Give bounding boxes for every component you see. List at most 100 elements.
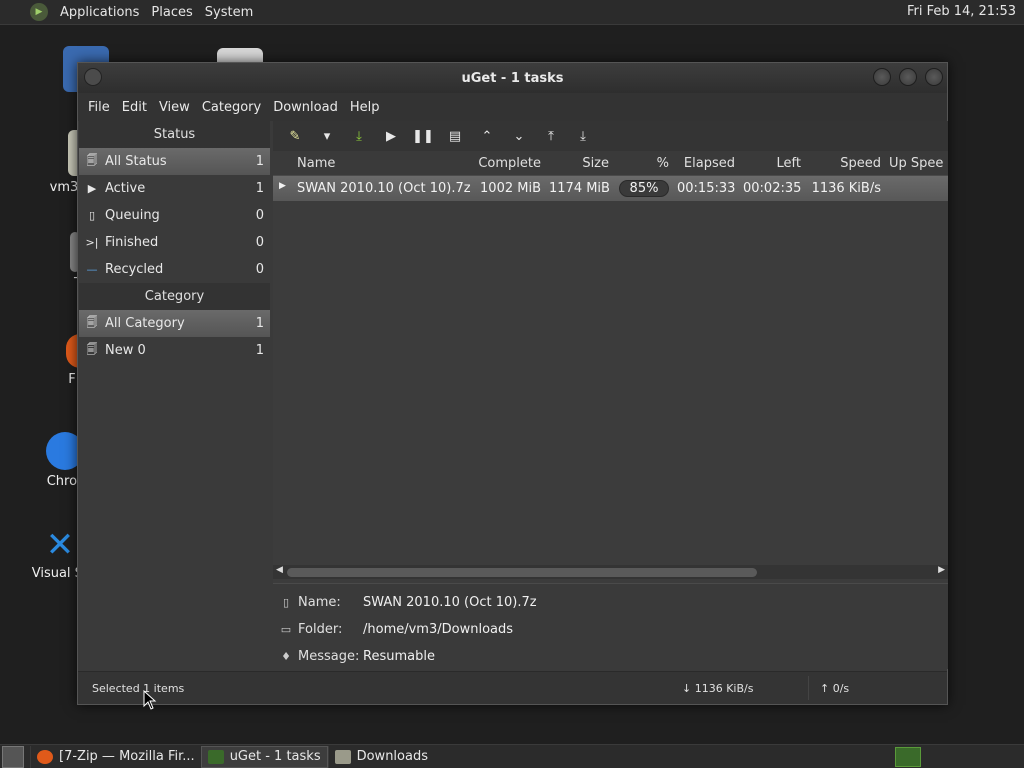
folder-icon bbox=[334, 749, 351, 764]
detail-label: Name: bbox=[298, 595, 341, 610]
task-downloads[interactable]: Downloads bbox=[327, 745, 434, 768]
new-download-icon[interactable]: ✎ bbox=[281, 124, 309, 148]
move-down-icon[interactable]: ⌄ bbox=[505, 124, 533, 148]
files-icon: 🗐 bbox=[86, 343, 98, 356]
play-icon[interactable]: ▶ bbox=[377, 124, 405, 148]
sidebar-item-active[interactable]: ▶ Active 1 bbox=[79, 175, 270, 202]
mouse-cursor-icon bbox=[143, 690, 157, 710]
scroll-right-icon[interactable]: ▶ bbox=[938, 565, 945, 575]
table-row[interactable]: ▶ SWAN 2010.10 (Oct 10).7z 1002 MiB 1174… bbox=[273, 176, 948, 201]
menu-view[interactable]: View bbox=[153, 100, 196, 115]
row-size: 1174 MiB bbox=[549, 181, 610, 196]
menu-help[interactable]: Help bbox=[344, 100, 386, 115]
sidebar-item-queuing[interactable]: ▯ Queuing 0 bbox=[79, 202, 270, 229]
move-up-icon[interactable]: ⌃ bbox=[473, 124, 501, 148]
row-percent-cell: 85% bbox=[613, 180, 673, 197]
dropdown-icon[interactable]: ▾ bbox=[313, 124, 341, 148]
uget-window: uGet - 1 tasks File Edit View Category D… bbox=[77, 62, 948, 705]
row-left: 00:02:35 bbox=[743, 181, 802, 196]
sidebar-item-count: 1 bbox=[255, 154, 264, 169]
sidebar-item-label: New 0 bbox=[105, 343, 146, 358]
sidebar-item-count: 0 bbox=[255, 235, 264, 250]
folder-icon: ▭ bbox=[280, 623, 292, 636]
category-header: Category bbox=[79, 283, 270, 310]
row-complete: 1002 MiB bbox=[480, 181, 541, 196]
sidebar-item-count: 0 bbox=[255, 262, 264, 277]
menu-system[interactable]: System bbox=[199, 5, 259, 20]
detail-value: SWAN 2010.10 (Oct 10).7z bbox=[363, 595, 537, 610]
detail-row-message: ♦ Message: Resumable bbox=[273, 643, 948, 670]
top-panel: ▶ Applications Places System Fri Feb 14,… bbox=[0, 0, 1024, 25]
task-firefox[interactable]: [7-Zip — Mozilla Fir... bbox=[30, 745, 201, 768]
show-desktop-button[interactable] bbox=[2, 745, 24, 768]
menu-download[interactable]: Download bbox=[267, 100, 344, 115]
maximize-button[interactable] bbox=[899, 68, 917, 86]
sidebar-item-all-category[interactable]: 🗐 All Category 1 bbox=[79, 310, 270, 337]
column-complete[interactable]: Complete bbox=[473, 156, 545, 171]
detail-value: /home/vm3/Downloads bbox=[363, 622, 514, 637]
minimize-button[interactable] bbox=[873, 68, 891, 86]
pause-icon[interactable]: ❚❚ bbox=[409, 124, 437, 148]
sidebar-item-recycled[interactable]: — Recycled 0 bbox=[79, 256, 270, 283]
list-header: Name Complete Size % Elapsed Left Speed … bbox=[273, 151, 948, 176]
horizontal-scrollbar[interactable]: ◀ ▶ bbox=[273, 565, 948, 579]
files-icon: 🗐 bbox=[86, 154, 98, 167]
move-bottom-icon[interactable]: ⤓ bbox=[569, 124, 597, 148]
vscode-icon: ✕ bbox=[45, 525, 75, 565]
menu-edit[interactable]: Edit bbox=[116, 100, 153, 115]
menu-applications[interactable]: Applications bbox=[54, 5, 145, 20]
column-speed[interactable]: Speed bbox=[805, 156, 885, 171]
finish-icon: >| bbox=[85, 236, 99, 249]
detail-row-folder: ▭ Folder: /home/vm3/Downloads bbox=[273, 616, 948, 643]
uget-tray-icon[interactable] bbox=[895, 747, 921, 767]
window-controls bbox=[873, 68, 943, 86]
column-size[interactable]: Size bbox=[545, 156, 613, 171]
column-up-speed[interactable]: Up Spee bbox=[885, 156, 948, 171]
sidebar-item-count: 1 bbox=[255, 343, 264, 358]
task-uget[interactable]: uGet - 1 tasks bbox=[200, 745, 328, 768]
sidebar-item-label: Active bbox=[105, 181, 146, 196]
close-button[interactable] bbox=[925, 68, 943, 86]
scrollbar-thumb[interactable] bbox=[287, 568, 757, 577]
row-speed: 1136 KiB/s bbox=[811, 181, 881, 196]
task-label: Downloads bbox=[356, 749, 428, 764]
column-name[interactable]: Name bbox=[273, 156, 473, 171]
sidebar-item-finished[interactable]: >| Finished 0 bbox=[79, 229, 270, 256]
download-list: ▶ SWAN 2010.10 (Oct 10).7z 1002 MiB 1174… bbox=[273, 176, 948, 559]
sidebar-item-label: Finished bbox=[105, 235, 159, 250]
sidebar-item-all-status[interactable]: 🗐 All Status 1 bbox=[79, 148, 270, 175]
document-icon: ▯ bbox=[88, 209, 96, 222]
message-icon: ♦ bbox=[281, 650, 291, 663]
properties-icon[interactable]: ▤ bbox=[441, 124, 469, 148]
uget-icon bbox=[207, 749, 224, 764]
column-percent[interactable]: % bbox=[613, 156, 673, 171]
detail-label: Folder: bbox=[298, 622, 343, 637]
menu-category[interactable]: Category bbox=[196, 100, 267, 115]
expand-arrow-icon[interactable]: ▶ bbox=[279, 181, 286, 191]
row-elapsed: 00:15:33 bbox=[677, 181, 736, 196]
status-separator bbox=[808, 676, 809, 700]
menubar: File Edit View Category Download Help bbox=[78, 93, 947, 121]
row-name-cell: ▶ SWAN 2010.10 (Oct 10).7z bbox=[273, 181, 473, 196]
window-menu-button[interactable] bbox=[84, 68, 102, 86]
window-titlebar[interactable]: uGet - 1 tasks bbox=[78, 63, 947, 93]
minus-icon: — bbox=[86, 263, 98, 276]
scroll-left-icon[interactable]: ◀ bbox=[276, 565, 283, 575]
move-top-icon[interactable]: ⤒ bbox=[537, 124, 565, 148]
clock[interactable]: Fri Feb 14, 21:53 bbox=[907, 4, 1016, 19]
status-header: Status bbox=[79, 121, 270, 148]
sidebar-item-new-0[interactable]: 🗐 New 0 1 bbox=[79, 337, 270, 364]
column-left[interactable]: Left bbox=[739, 156, 805, 171]
menu-file[interactable]: File bbox=[82, 100, 116, 115]
system-logo-icon[interactable]: ▶ bbox=[30, 3, 48, 21]
start-download-icon[interactable]: ⤓ bbox=[345, 124, 373, 148]
document-icon: ▯ bbox=[282, 596, 290, 609]
download-speed: ↓ 1136 KiB/s bbox=[682, 682, 753, 695]
column-elapsed[interactable]: Elapsed bbox=[673, 156, 739, 171]
progress-pill: 85% bbox=[619, 180, 669, 197]
download-speed-value: 1136 KiB/s bbox=[694, 682, 754, 695]
sidebar-item-count: 1 bbox=[255, 181, 264, 196]
upload-speed: ↑ 0/s bbox=[820, 682, 849, 695]
menu-places[interactable]: Places bbox=[145, 5, 198, 20]
sidebar-item-count: 0 bbox=[255, 208, 264, 223]
